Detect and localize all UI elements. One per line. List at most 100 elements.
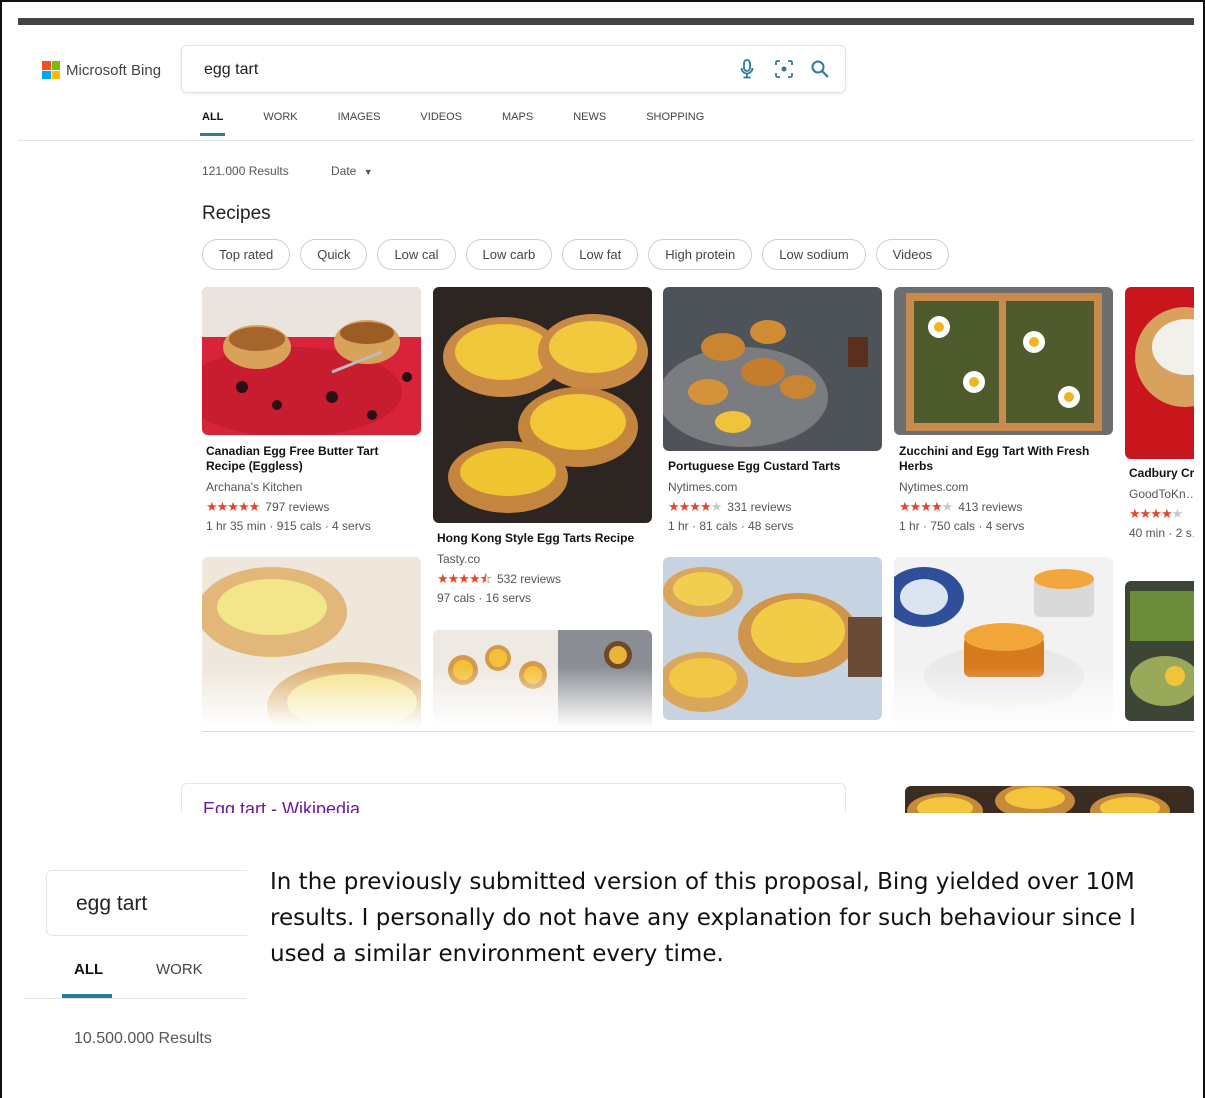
- recipe-source: Nytimes.com: [899, 480, 969, 494]
- tab-shopping[interactable]: SHOPPING: [646, 111, 704, 123]
- recipe-source: Archana's Kitchen: [206, 480, 303, 494]
- previous-tab-all[interactable]: ALL: [74, 961, 103, 978]
- recipe-image: [894, 557, 1113, 727]
- recipe-title: Hong Kong Style Egg Tarts Recipe: [437, 531, 635, 545]
- recipe-rating: ★★★★★ 331 reviews: [668, 497, 882, 517]
- recipe-filter-chips: Top rated Quick Low cal Low carb Low fat…: [202, 239, 950, 270]
- recipe-image: [894, 287, 1113, 435]
- top-border-bar: [18, 18, 1194, 25]
- visual-search-icon[interactable]: [773, 58, 795, 80]
- previous-tabs-divider: [24, 998, 246, 999]
- image-fade: [202, 667, 421, 727]
- search-input[interactable]: egg tart: [204, 61, 258, 79]
- tab-work[interactable]: WORK: [263, 111, 297, 123]
- recipe-meta: 1 hr · 81 cals · 48 servs: [668, 519, 794, 533]
- star-rating-icon: ★★★★★: [899, 499, 953, 514]
- chip-videos[interactable]: Videos: [875, 239, 950, 270]
- previous-results-count: 10.500.000 Results: [74, 1030, 212, 1047]
- chip-top-rated[interactable]: Top rated: [202, 239, 291, 270]
- recipe-rating: ★★★★★ 797 reviews: [206, 497, 421, 517]
- recipe-title: Portuguese Egg Custard Tarts: [668, 459, 841, 473]
- tab-videos[interactable]: VIDEOS: [420, 111, 462, 123]
- recipe-card[interactable]: Hong Kong Style Egg Tarts Recipe Tasty.c…: [433, 287, 652, 607]
- chip-low-carb[interactable]: Low carb: [465, 239, 553, 270]
- star-rating-icon: ★★★★⯪: [437, 571, 492, 586]
- recipe-card[interactable]: [894, 557, 1113, 727]
- recipe-image: [1125, 581, 1194, 721]
- recipe-card[interactable]: [1125, 581, 1194, 721]
- recipe-title: Canadian Egg Free Butter Tart Recipe (Eg…: [206, 444, 379, 473]
- previous-tab-work[interactable]: WORK: [156, 961, 203, 978]
- date-filter-dropdown[interactable]: Date ▼: [331, 164, 373, 178]
- previous-search-query: egg tart: [76, 892, 148, 915]
- recipe-card[interactable]: [433, 630, 652, 727]
- recipe-card[interactable]: Cadbury Cr… tarts GoodToKn… ★★★★★ 40 min…: [1125, 287, 1194, 559]
- microphone-icon[interactable]: [736, 58, 758, 80]
- recipe-image: [663, 287, 882, 451]
- recipe-reviews: 331 reviews: [727, 500, 792, 514]
- bing-logo[interactable]: Microsoft Bing: [42, 61, 161, 79]
- bing-screenshot: Microsoft Bing egg tart ALL WORK IMAGES …: [18, 25, 1194, 813]
- recipe-image: [433, 287, 652, 523]
- web-result-title-link[interactable]: Egg tart - Wikipedia: [203, 799, 360, 813]
- recipe-card[interactable]: [202, 557, 421, 727]
- recipe-card[interactable]: Portuguese Egg Custard Tarts Nytimes.com…: [663, 287, 882, 539]
- search-box[interactable]: egg tart: [181, 45, 846, 93]
- recipe-source: Tasty.co: [437, 552, 481, 566]
- star-rating-icon: ★★★★★: [668, 499, 722, 514]
- chip-low-fat[interactable]: Low fat: [562, 239, 639, 270]
- recipe-meta: 40 min · 2 s…: [1129, 526, 1194, 540]
- recipe-rating: ★★★★★: [1129, 504, 1194, 524]
- recipe-meta: 1 hr 35 min · 915 cals · 4 servs: [206, 519, 371, 533]
- recipe-reviews: 413 reviews: [958, 500, 1023, 514]
- recipe-caption: Canadian Egg Free Butter Tart Recipe (Eg…: [206, 444, 421, 536]
- recipe-caption: Zucchini and Egg Tart With Fresh Herbs N…: [899, 444, 1113, 536]
- recipe-meta: 1 hr · 750 cals · 4 servs: [899, 519, 1025, 533]
- recipe-image: [1125, 287, 1194, 459]
- recipe-card[interactable]: Zucchini and Egg Tart With Fresh Herbs N…: [894, 287, 1113, 539]
- recipe-rating: ★★★★⯪ 532 reviews: [437, 569, 652, 589]
- recipe-reviews: 797 reviews: [265, 500, 330, 514]
- recipe-meta: 97 cals · 16 servs: [437, 591, 532, 605]
- recipe-title: Cadbury Cr… tarts: [1129, 466, 1194, 480]
- microsoft-logo-icon: [42, 61, 60, 79]
- recipe-image: [433, 630, 652, 727]
- recipe-source: GoodToKn…: [1129, 487, 1194, 501]
- wiki-thumbnail-image: [905, 786, 1194, 813]
- tab-maps[interactable]: MAPS: [502, 111, 533, 123]
- recipes-heading: Recipes: [202, 203, 271, 224]
- chip-low-sodium[interactable]: Low sodium: [762, 239, 866, 270]
- recipe-card[interactable]: [663, 557, 882, 720]
- logo-text: Microsoft Bing: [66, 61, 162, 79]
- recipe-caption: Portuguese Egg Custard Tarts Nytimes.com…: [668, 459, 882, 536]
- chip-quick[interactable]: Quick: [300, 239, 368, 270]
- recipe-card[interactable]: Canadian Egg Free Butter Tart Recipe (Eg…: [202, 287, 421, 539]
- recipe-title: Zucchini and Egg Tart With Fresh Herbs: [899, 444, 1090, 473]
- tab-all[interactable]: ALL: [199, 111, 226, 136]
- previous-version-snippet: egg tart ALL WORK 10.500.000 Results: [24, 870, 247, 1070]
- image-fade: [894, 667, 1113, 727]
- chip-low-cal[interactable]: Low cal: [377, 239, 456, 270]
- star-rating-icon: ★★★★★: [206, 499, 260, 514]
- recipe-reviews: 532 reviews: [496, 572, 561, 586]
- caret-down-icon: ▼: [363, 167, 373, 177]
- tab-news[interactable]: NEWS: [573, 111, 606, 123]
- search-tabs: ALL WORK IMAGES VIDEOS MAPS NEWS SHOPPIN…: [199, 111, 744, 136]
- date-filter-label: Date: [331, 164, 357, 178]
- recipe-image: [202, 287, 421, 435]
- image-fade: [433, 667, 652, 727]
- results-count: 121.000 Results: [202, 164, 289, 178]
- recipe-caption: Hong Kong Style Egg Tarts Recipe Tasty.c…: [437, 531, 652, 608]
- chip-high-protein[interactable]: High protein: [648, 239, 753, 270]
- recipes-separator: [202, 731, 1194, 732]
- recipe-image: [663, 557, 882, 720]
- tabs-divider: [18, 140, 1194, 141]
- tab-images[interactable]: IMAGES: [338, 111, 381, 123]
- explanatory-note: In the previously submitted version of t…: [270, 869, 1136, 967]
- recipe-rating: ★★★★★ 413 reviews: [899, 497, 1113, 517]
- recipe-image: [202, 557, 421, 727]
- search-icon[interactable]: [809, 58, 831, 80]
- recipe-source: Nytimes.com: [668, 480, 738, 494]
- recipe-caption: Cadbury Cr… tarts GoodToKn… ★★★★★ 40 min…: [1129, 466, 1194, 543]
- web-result-card: Egg tart - Wikipedia: [181, 783, 846, 813]
